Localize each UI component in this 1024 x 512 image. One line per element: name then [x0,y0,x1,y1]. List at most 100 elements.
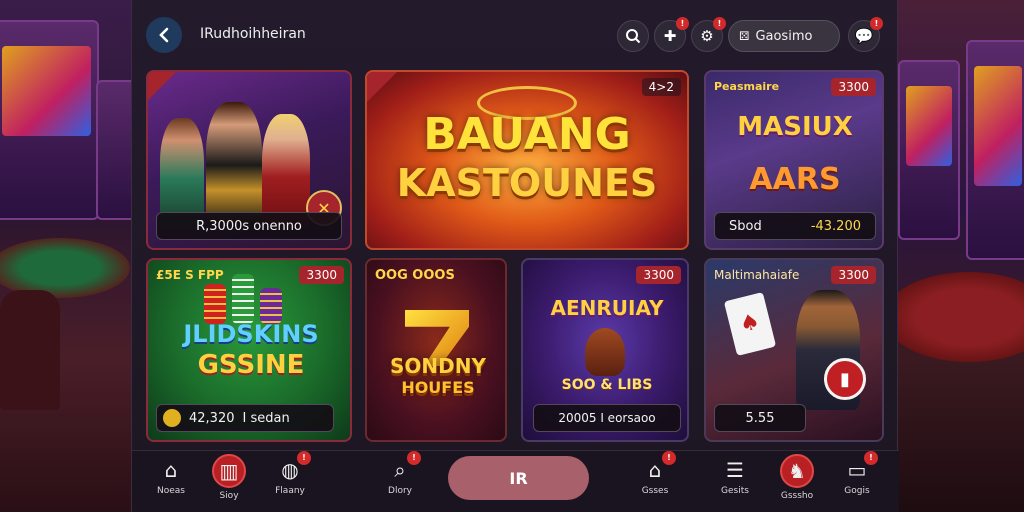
notification-badge: ! [676,17,689,30]
bus-icon: ▭! [842,451,878,483]
footer-value: -43.200 [810,218,861,234]
card-footer: 20005 I eorsaoo [533,404,681,432]
game-logo-line2: AARS [749,162,841,197]
card-tag: 3300 [299,266,344,284]
casino-table [884,272,1024,362]
chip-stack [204,284,226,324]
game-card-aenruiay[interactable]: 3300 AENRUIAY SOO & LIBS 20005 I eorsaoo [521,258,689,442]
nav-item-horse[interactable]: ♞ Gsssho [772,454,822,501]
background-left-casino [0,0,136,512]
footer-label: Sbod [729,218,762,234]
game-logo-line1: BAUANG [423,109,631,160]
game-logo-line2: GSSINE [197,350,305,380]
nav-item-slots[interactable]: ▥ Sioy [204,454,254,501]
bar-stool [0,290,60,410]
nav-item-shop[interactable]: ⌂! Gsses [630,451,680,496]
arcade-machine [96,80,136,220]
card-footer: Sbod -43.200 [714,212,876,240]
game-card-sondny[interactable]: OOG OOOS SONDNY HOUFES [365,258,507,442]
horse-image [585,328,625,376]
settings-button[interactable]: ⚙ ! [691,17,726,52]
chip-stack [260,288,282,324]
nav-label: Gesits [721,486,749,496]
horse-icon: ♞ [780,454,814,488]
game-logo-line2: KASTOUNES [396,161,658,205]
share-button[interactable]: ✚ ! [654,17,689,52]
card-name: £5E S FPP [156,268,224,282]
card-tag: 3300 [831,78,876,96]
notification-badge: ! [297,451,311,465]
casino-chip-icon: ▮ [824,358,866,400]
gear-icon: ⚙ [700,27,714,45]
nav-item-home[interactable]: ⌂ Noeas [146,457,196,496]
game-logo-line1: JLIDSKINS [183,320,319,348]
card-name: OOG OOOS [375,268,455,283]
game-logo-line2: HOUFES [401,378,475,397]
character-image [262,114,310,228]
notification-badge: ! [407,451,421,465]
chip-stack [232,274,254,324]
card-tag: 3300 [831,266,876,284]
card-footer: 5.55 [714,404,806,432]
top-bar: IRudhoihheiran ✚ ! ⚙ ! ⚄ Gaosimo 💬 ! [132,0,899,68]
game-card-masiux[interactable]: Peasmaire 3300 MASIUX AARS Sbod -43.200 [704,70,884,250]
game-subline: SOO & LIBS [561,377,653,393]
game-logo: AENRUIAY [550,296,664,320]
nav-item-stack[interactable]: ☰ Gesits [710,457,760,496]
casino-selector[interactable]: ⚄ Gaosimo [728,20,840,52]
game-card-jlidskins[interactable]: £5E S FPP 3300 JLIDSKINS GSSINE 42,320 I… [146,258,352,442]
coin-icon [163,409,181,427]
card-tag: 4>2 [641,78,681,96]
search-icon: ⌕! [385,451,421,483]
chat-button[interactable]: 💬 ! [848,17,883,52]
shop-icon: ⌂! [640,451,676,483]
corner-ribbon [367,72,397,102]
game-card-maltimahaie[interactable]: Maltimahaiafe 3300 ♠ ▮ 5.55 [704,258,884,442]
nav-label: Gsses [641,486,669,496]
arcade-machine [898,60,960,240]
app-title: IRudhoihheiran [200,26,306,42]
slots-icon: ▥ [212,454,246,488]
notification-badge: ! [713,17,726,30]
character-image [206,102,262,228]
stack-icon: ☰ [726,458,744,482]
nav-label: Sioy [219,491,239,501]
globe-icon: ◍! [275,451,311,483]
search-button[interactable] [617,20,649,52]
share-icon: ✚ [663,27,677,45]
card-footer: R,3000s onenno [156,212,342,240]
nav-item-search[interactable]: ⌕! Dlory [375,451,425,496]
home-icon: ⌂ [164,458,178,482]
nav-label: Gsssho [780,491,814,501]
game-logo-line1: SONDNY [390,354,486,378]
nav-label: Noeas [157,486,185,496]
card-name: Peasmaire [714,80,780,93]
featured-game-card[interactable]: 4>2 BAUANG KASTOUNES [365,70,689,250]
notification-badge: ! [662,451,676,465]
footer-text: I sedan [242,410,290,426]
notification-badge: ! [864,451,878,465]
game-logo-line1: MASIUX [737,112,853,142]
nav-label: Flaany [275,486,305,496]
game-card-promo[interactable]: ✕ R,3000s onenno [146,70,352,250]
casino-app-window: IRudhoihheiran ✚ ! ⚙ ! ⚄ Gaosimo 💬 ! ✕ R… [131,0,899,512]
notification-badge: ! [870,17,883,30]
chevron-left-icon [159,27,169,43]
card-tag: 3300 [636,266,681,284]
nav-item-bus[interactable]: ▭! Gogis [832,451,882,496]
playing-card: ♠ [723,291,777,357]
nav-label: Gogis [844,486,870,496]
background-right-casino [884,0,1024,512]
card-name: Maltimahaiafe [714,268,800,282]
back-button[interactable] [146,17,182,53]
nav-item-globe[interactable]: ◍! Flaany [265,451,315,496]
corner-ribbon [148,72,176,100]
arcade-machine [0,20,99,220]
center-action-button[interactable]: IR [448,456,589,500]
search-icon [626,29,641,44]
arcade-machine [966,40,1024,260]
casino-table [0,238,130,298]
dice-icon: ⚄ [739,29,750,43]
footer-value: 42,320 [189,410,235,426]
casino-label: Gaosimo [755,28,813,44]
